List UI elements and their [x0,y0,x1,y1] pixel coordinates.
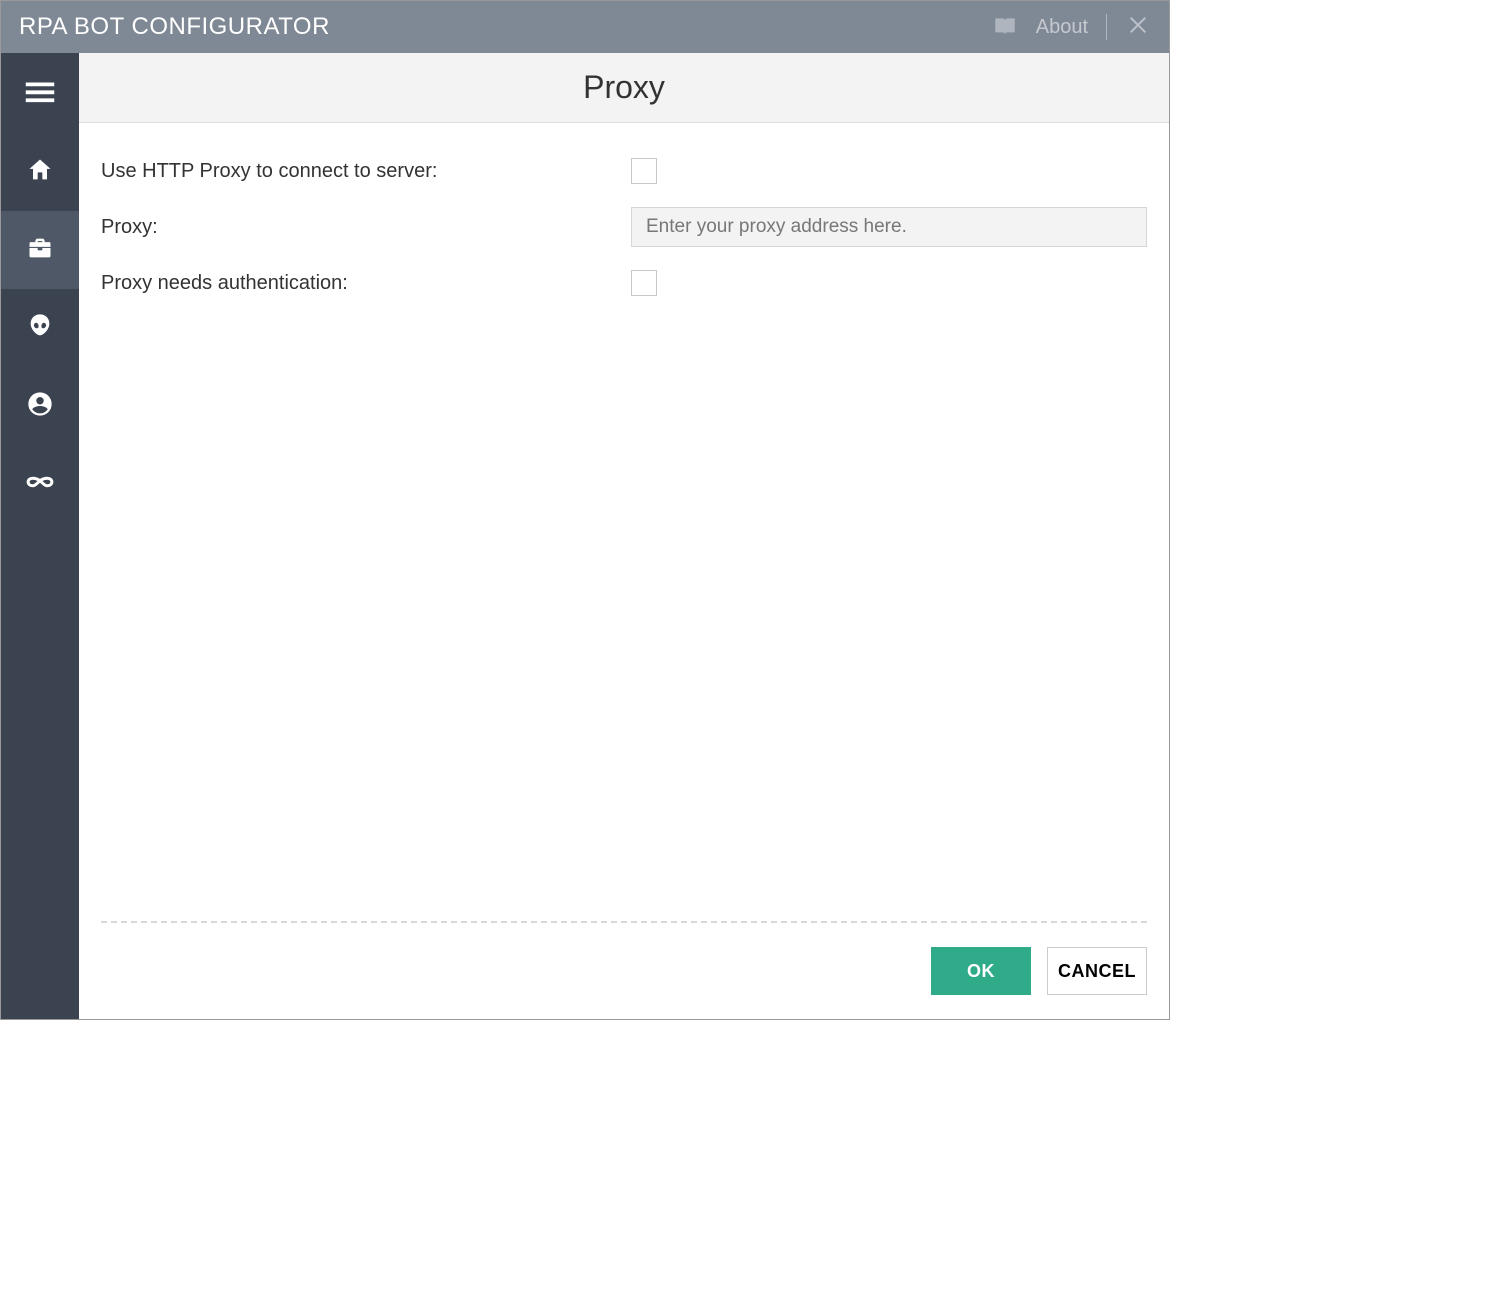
sidebar-item-home[interactable] [1,133,79,211]
book-icon [992,14,1018,40]
sidebar [1,53,79,1019]
label-proxy-auth: Proxy needs authentication: [101,272,631,295]
cancel-button[interactable]: CANCEL [1047,947,1147,995]
alien-icon [26,312,54,345]
checkbox-proxy-auth[interactable] [631,270,657,296]
sidebar-item-infinity[interactable] [1,445,79,523]
account-circle-icon [26,390,54,423]
sidebar-item-menu[interactable] [1,55,79,133]
main-panel: Proxy Use HTTP Proxy to connect to serve… [79,53,1169,1019]
sidebar-item-account[interactable] [1,367,79,445]
titlebar: RPA BOT CONFIGURATOR About [1,1,1169,53]
checkbox-use-http-proxy[interactable] [631,158,657,184]
about-link[interactable]: About [1036,16,1088,39]
input-proxy[interactable] [631,207,1147,247]
sidebar-item-alien[interactable] [1,289,79,367]
titlebar-separator [1106,14,1107,40]
form-area: Use HTTP Proxy to connect to server: Pro… [79,123,1169,921]
row-use-http-proxy: Use HTTP Proxy to connect to server: [101,149,1147,193]
row-proxy-auth: Proxy needs authentication: [101,261,1147,305]
briefcase-icon [26,234,54,267]
close-icon[interactable] [1125,12,1151,43]
label-proxy: Proxy: [101,216,631,239]
home-icon [26,156,54,189]
sidebar-item-briefcase[interactable] [1,211,79,289]
footer: OK CANCEL [79,923,1169,1019]
app-title: RPA BOT CONFIGURATOR [19,13,330,41]
ok-button[interactable]: OK [931,947,1031,995]
hamburger-icon [21,73,59,116]
row-proxy: Proxy: [101,205,1147,249]
page-title: Proxy [79,53,1169,123]
app-window: RPA BOT CONFIGURATOR About [0,0,1170,1020]
label-use-http-proxy: Use HTTP Proxy to connect to server: [101,160,631,183]
infinity-icon [25,467,55,502]
titlebar-actions: About [992,12,1151,43]
